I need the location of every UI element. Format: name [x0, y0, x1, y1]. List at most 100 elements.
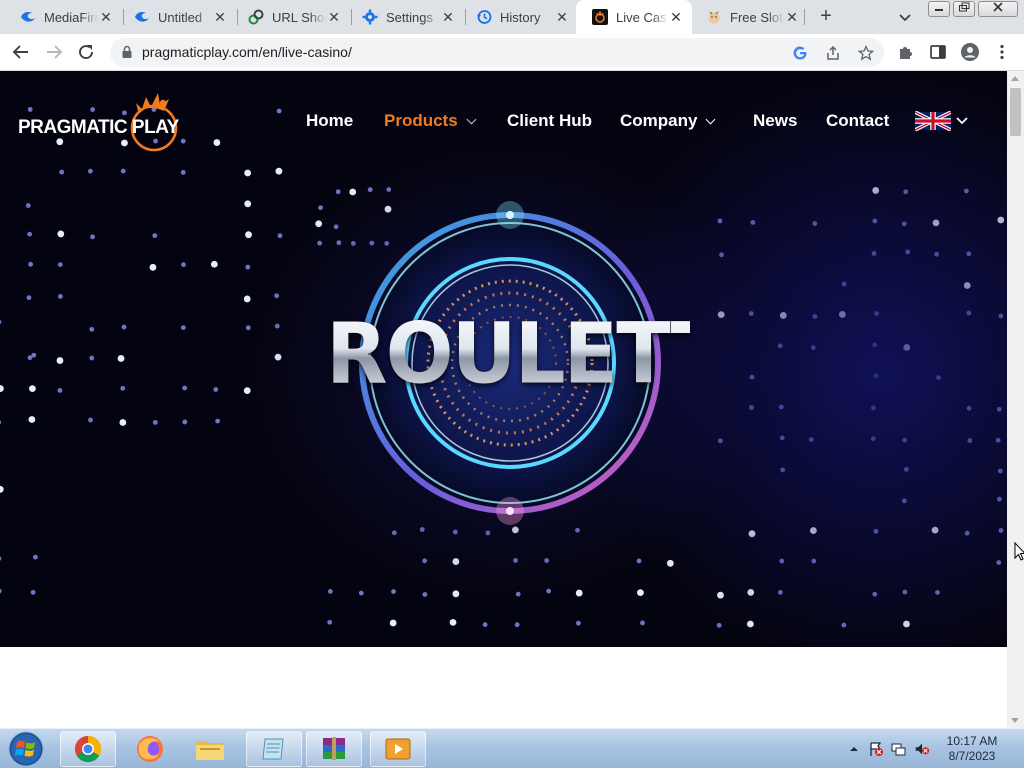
taskbar-firefox[interactable] — [122, 731, 178, 767]
menu-button[interactable] — [990, 40, 1014, 64]
tab-url-shortener[interactable]: URL Shortener ✕ — [232, 0, 350, 34]
network-icon[interactable] — [890, 741, 906, 757]
media-player-icon — [385, 738, 411, 760]
tab-title: URL Shortener — [272, 9, 326, 25]
url-text: pragmaticplay.com/en/live-casino/ — [142, 44, 352, 60]
system-clock[interactable]: 10:17 AM 8/7/2023 — [930, 734, 1014, 764]
pragmatic-play-icon — [592, 9, 608, 25]
gear-icon — [362, 9, 378, 25]
nav-label: Client Hub — [507, 111, 592, 130]
close-icon[interactable]: ✕ — [784, 9, 800, 25]
tab-title: History — [500, 9, 541, 25]
tab-history[interactable]: History ✕ — [460, 0, 578, 34]
web-page: ROULETTE PRAGMATIC PLAY Home Products Cl… — [0, 71, 1007, 728]
share-icon[interactable] — [823, 43, 843, 63]
new-tab-button[interactable]: + — [814, 5, 838, 29]
close-icon[interactable]: ✕ — [554, 9, 570, 25]
profile-button[interactable] — [958, 40, 982, 64]
close-icon[interactable]: ✕ — [440, 9, 456, 25]
taskbar-chrome[interactable] — [60, 731, 116, 767]
taskbar-file-explorer[interactable] — [182, 731, 238, 767]
hero-title: ROULETTE — [326, 304, 778, 403]
page-scrollbar[interactable] — [1007, 71, 1024, 728]
nav-contact[interactable]: Contact — [826, 111, 889, 131]
tab-free-slots[interactable]: Free Slots ✕ — [690, 0, 808, 34]
uk-flag-icon — [914, 110, 952, 132]
mouse-cursor-icon — [1014, 542, 1024, 561]
taskbar-notepad[interactable] — [246, 731, 302, 767]
link-icon — [248, 9, 264, 25]
nav-label: Products — [384, 111, 458, 130]
side-panel-icon — [930, 45, 946, 59]
nav-company[interactable]: Company — [620, 111, 716, 131]
tab-title: Untitled — [158, 9, 203, 25]
arrow-left-icon — [12, 45, 28, 59]
volume-muted-icon[interactable] — [914, 741, 930, 757]
tab-untitled[interactable]: Untitled ✕ — [118, 0, 236, 34]
side-panel-button[interactable] — [926, 40, 950, 64]
notepad-icon — [262, 738, 284, 760]
scroll-thumb[interactable] — [1010, 88, 1021, 136]
nav-home[interactable]: Home — [306, 111, 353, 131]
hero-banner: ROULETTE PRAGMATIC PLAY Home Products Cl… — [0, 71, 1007, 647]
reload-button[interactable] — [74, 40, 98, 64]
forward-button[interactable] — [42, 40, 66, 64]
pragmatic-play-logo[interactable]: PRAGMATIC PLAY — [18, 83, 183, 153]
tab-separator — [804, 9, 805, 25]
tab-title: Free Slots — [730, 9, 784, 25]
mediafire-icon — [134, 9, 150, 25]
scroll-up-arrow[interactable] — [1011, 76, 1019, 81]
chrome-icon — [74, 735, 102, 763]
close-icon — [993, 2, 1003, 12]
nav-label: Contact — [826, 111, 890, 130]
close-icon[interactable]: ✕ — [98, 9, 114, 25]
lock-icon — [120, 45, 134, 59]
address-bar[interactable]: pragmaticplay.com/en/live-casino/ — [110, 38, 884, 67]
chevron-up-icon[interactable] — [846, 741, 862, 757]
window-close-button[interactable] — [978, 1, 1018, 17]
logo-text: PRAGMATIC PLAY — [18, 117, 179, 138]
arrow-right-icon — [47, 45, 63, 59]
minimize-button[interactable] — [928, 1, 950, 17]
nav-label: News — [753, 111, 798, 130]
tab-mediafire[interactable]: MediaFire ✕ — [4, 0, 122, 34]
mediafire-icon — [20, 9, 36, 25]
language-selector[interactable] — [914, 110, 952, 132]
clock-date: 8/7/2023 — [948, 749, 996, 763]
back-button[interactable] — [9, 40, 33, 64]
google-icon[interactable] — [790, 43, 810, 63]
puzzle-icon — [900, 47, 912, 59]
windows-logo-icon — [8, 731, 44, 767]
action-center-flag-icon[interactable] — [868, 741, 884, 757]
reload-icon — [79, 45, 93, 59]
nav-client-hub[interactable]: Client Hub — [507, 111, 592, 131]
close-icon[interactable]: ✕ — [212, 9, 228, 25]
kebab-menu-icon — [1000, 44, 1004, 60]
bookmark-star-icon[interactable] — [856, 43, 876, 63]
tab-title: Live Casino — [616, 9, 668, 25]
start-button[interactable] — [4, 730, 48, 768]
tab-search-button[interactable] — [895, 7, 915, 27]
browser-toolbar: pragmaticplay.com/en/live-casino/ — [0, 34, 1024, 71]
restore-button[interactable] — [953, 1, 975, 17]
chevron-down-icon[interactable] — [955, 116, 969, 126]
avatar-icon — [961, 43, 979, 61]
nav-products[interactable]: Products — [384, 111, 477, 131]
tab-settings[interactable]: Settings ✕ — [346, 0, 464, 34]
extensions-button[interactable] — [894, 40, 918, 64]
tab-live-casino[interactable]: Live Casino ✕ — [576, 0, 692, 34]
tab-title: MediaFire — [44, 9, 98, 25]
nav-label: Company — [620, 111, 698, 130]
nav-news[interactable]: News — [753, 111, 797, 131]
clock-time: 10:17 AM — [946, 734, 998, 748]
windows-taskbar: 10:17 AM 8/7/2023 — [0, 728, 1024, 768]
nav-label: Home — [306, 111, 354, 130]
slot-icon — [706, 9, 722, 25]
scroll-down-arrow[interactable] — [1011, 718, 1019, 723]
taskbar-media-player[interactable] — [370, 731, 426, 767]
firefox-icon — [137, 736, 163, 762]
chevron-down-icon — [706, 114, 716, 124]
close-icon[interactable]: ✕ — [668, 9, 684, 25]
close-icon[interactable]: ✕ — [326, 9, 342, 25]
taskbar-winrar[interactable] — [306, 731, 362, 767]
